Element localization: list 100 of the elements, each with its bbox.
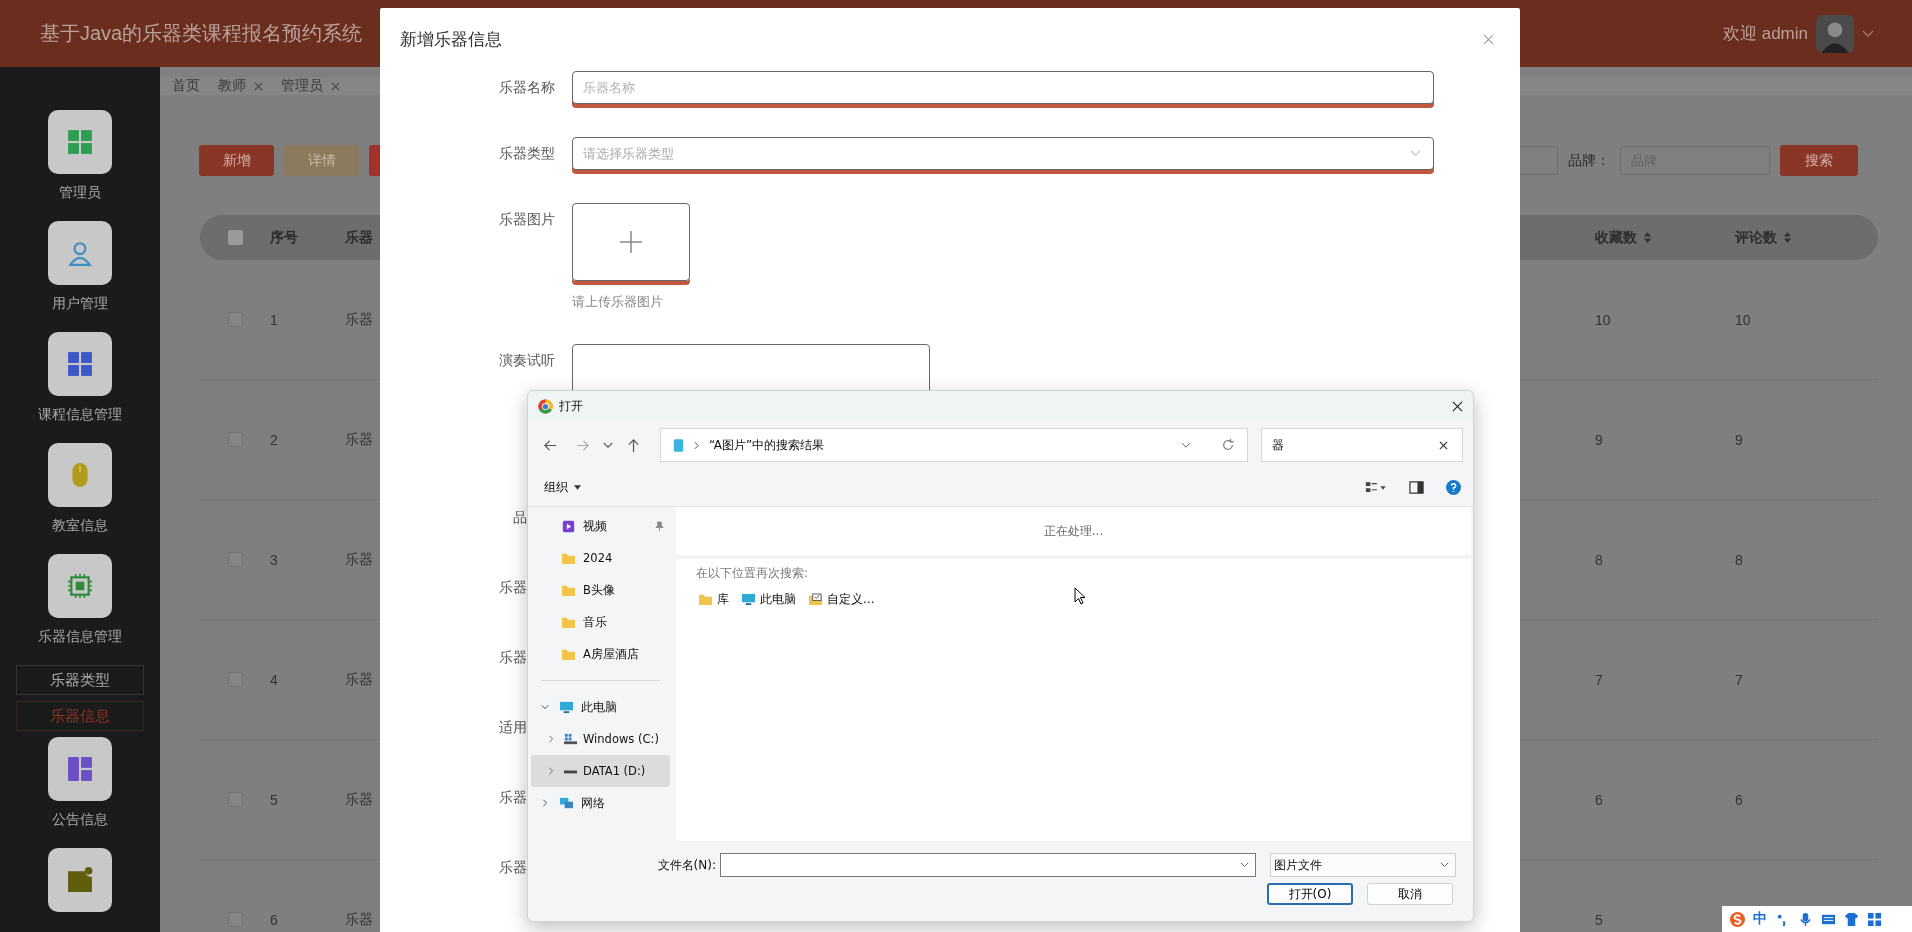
preview-pane-icon[interactable] (1409, 480, 1424, 495)
sidebar-item[interactable] (48, 848, 112, 912)
pin-icon[interactable] (655, 520, 664, 532)
table-cell: 乐器 (345, 910, 373, 927)
input-mode-text[interactable]: 中 (1753, 910, 1767, 928)
chevron-down-icon[interactable] (1862, 29, 1874, 38)
network-icon (559, 796, 574, 810)
table-cell: 9 (1595, 431, 1603, 448)
table-cell: 乐器 (345, 790, 373, 807)
system-drive-icon (563, 732, 578, 746)
table-cell: 7 (1595, 671, 1603, 688)
filename-field[interactable] (720, 853, 1256, 877)
ime-logo-icon[interactable] (1730, 911, 1745, 927)
field-label: 乐器类型 (499, 144, 555, 163)
grid-icon (67, 129, 93, 155)
table-cell: 4 (270, 671, 278, 688)
field-label: 品牌： (1568, 151, 1610, 170)
search-button[interactable]: 搜索 (1780, 145, 1858, 176)
location-link[interactable]: 库 (698, 591, 729, 608)
folder-icon (561, 583, 576, 597)
organize-menu[interactable]: 组织 (544, 479, 581, 496)
sort-icon[interactable] (1783, 231, 1792, 244)
browser-icon (538, 398, 553, 414)
chevron-down-icon (1410, 150, 1421, 157)
nav-item[interactable]: 2024 (531, 542, 670, 574)
table-cell: 6 (270, 911, 278, 928)
close-icon[interactable] (1452, 400, 1463, 412)
table-cell: 6 (1595, 791, 1603, 808)
monitor-icon (741, 593, 756, 606)
avatar-icon[interactable] (1816, 14, 1854, 53)
clear-icon[interactable] (1439, 440, 1448, 450)
table-cell: 8 (1595, 551, 1603, 568)
folder-icon (561, 551, 576, 565)
open-button[interactable]: 打开(O) (1267, 883, 1353, 905)
select-all-checkbox[interactable] (227, 230, 243, 245)
folder-icon (698, 593, 713, 606)
shirt-icon[interactable] (1844, 911, 1859, 927)
chevron-down-icon[interactable] (1240, 862, 1249, 868)
chevron-down-icon[interactable] (603, 441, 613, 449)
file-type-select[interactable]: 图片文件 (1270, 853, 1456, 877)
table-cell: 5 (1595, 911, 1603, 928)
table-cell: 2 (270, 431, 278, 448)
table-cell: 乐器 (345, 310, 373, 327)
add-button[interactable]: 新增 (199, 145, 274, 176)
location-link[interactable]: 此电脑 (741, 591, 796, 608)
nav-item[interactable]: 视频 (531, 510, 670, 542)
field-label: 乐器图片 (499, 210, 555, 229)
dialog-title: 新增乐器信息 (400, 29, 502, 51)
nav-item[interactable]: Windows (C:) (531, 723, 670, 755)
table-cell: 10 (1595, 311, 1611, 328)
search-again-text: 在以下位置再次搜索: (695, 565, 810, 582)
field-label: 适用 (499, 718, 527, 737)
table-cell: 乐器 (345, 670, 373, 687)
table-cell: 1 (270, 311, 278, 328)
microphone-icon[interactable] (1798, 911, 1813, 927)
location-link[interactable]: 自定义... (808, 591, 875, 608)
grid-icon (67, 351, 93, 377)
nav-item[interactable]: A房屋酒店 (531, 638, 670, 670)
chevron-down-icon (1440, 862, 1449, 868)
field-label: 乐器 (499, 578, 527, 597)
nav-item[interactable]: 此电脑 (531, 691, 670, 723)
expand-chevron-icon[interactable] (541, 703, 549, 711)
field-label: 乐器 (499, 648, 527, 667)
nav-item[interactable]: DATA1 (D:) (531, 755, 670, 787)
table-cell: 9 (1735, 431, 1743, 448)
chevron-down-icon[interactable] (1181, 441, 1191, 449)
nav-item[interactable]: 网络 (531, 787, 670, 819)
grid-icon[interactable] (1867, 911, 1882, 927)
sort-icon[interactable] (1643, 231, 1652, 244)
expand-chevron-icon[interactable] (547, 735, 555, 743)
text-field[interactable]: 乐器名称 (572, 71, 1434, 104)
upload-hint: 请上传乐器图片 (572, 293, 664, 311)
table-cell: 5 (270, 791, 278, 808)
table-cell: 乐器 (345, 430, 373, 447)
nav-item[interactable]: 音乐 (531, 606, 670, 638)
address-bar[interactable]: “A图片”中的搜索结果 (660, 428, 1248, 462)
field-label: 文件名(N): (657, 856, 716, 874)
welcome-text: 欢迎 admin (1722, 23, 1808, 45)
view-options-icon[interactable] (1365, 480, 1387, 495)
field-label: 品 (513, 508, 527, 527)
nav-item[interactable]: B头像 (531, 574, 670, 606)
refresh-icon[interactable] (1221, 438, 1235, 452)
search-field[interactable]: 器 (1261, 428, 1463, 462)
help-icon[interactable] (1446, 480, 1461, 495)
expand-chevron-icon[interactable] (547, 767, 555, 775)
field-label: 演奏试听 (499, 351, 555, 370)
cancel-button[interactable]: 取消 (1367, 883, 1453, 905)
system-title: 基于Java的乐器类课程报名预约系统 (40, 21, 363, 46)
expand-chevron-icon[interactable] (541, 799, 549, 807)
submenu-item[interactable]: 乐器类型 (16, 665, 144, 695)
status-text: 正在处理... (1043, 522, 1104, 540)
field-label: 乐器 (499, 858, 527, 877)
video-icon (561, 519, 576, 533)
up-arrow-icon[interactable] (626, 437, 641, 453)
caret-down-icon (574, 485, 581, 490)
folder-icon (561, 647, 576, 661)
search-results-icon (673, 437, 684, 453)
table-cell: 6 (1735, 791, 1743, 808)
mouse-pointer-icon (1074, 587, 1086, 605)
field-label: 乐器名称 (499, 78, 555, 97)
